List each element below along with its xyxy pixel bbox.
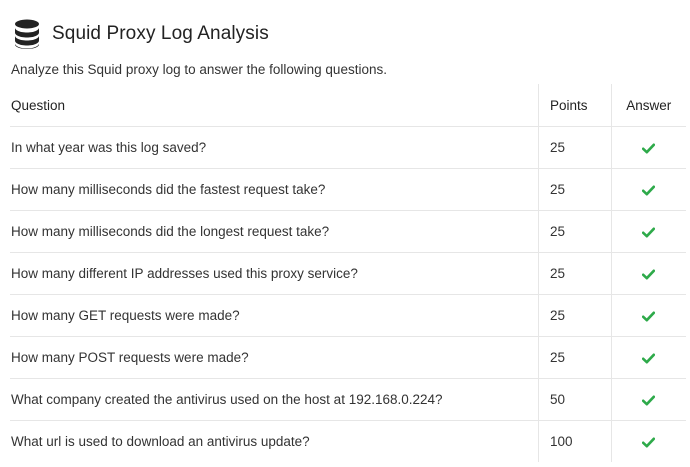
table-row: How many POST requests were made? 25 (10, 336, 686, 379)
points-value: 25 (538, 294, 612, 337)
checkmark-icon (642, 143, 656, 154)
database-icon (15, 19, 39, 49)
table-row: What company created the antivirus used … (10, 378, 686, 421)
checkmark-icon (642, 437, 656, 448)
answer-status (611, 294, 686, 337)
page-header: Squid Proxy Log Analysis (14, 19, 269, 49)
question-text: How many milliseconds did the fastest re… (10, 168, 539, 211)
questions-table: Question Points Answer In what year was … (10, 84, 686, 462)
page-title: Squid Proxy Log Analysis (52, 23, 269, 44)
checkmark-icon (642, 269, 656, 280)
points-value: 50 (538, 378, 612, 421)
question-text: In what year was this log saved? (10, 126, 539, 169)
points-value: 25 (538, 336, 612, 379)
table-row: How many GET requests were made? 25 (10, 294, 686, 337)
question-text: What url is used to download an antiviru… (11, 434, 310, 449)
question-text: What company created the antivirus used … (10, 378, 539, 421)
table-row: How many milliseconds did the longest re… (10, 210, 686, 253)
table-row: What url is used to download an antiviru… (10, 420, 686, 462)
column-header-points: Points (538, 84, 612, 127)
question-text: How many GET requests were made? (10, 294, 539, 337)
answer-status (611, 168, 686, 211)
table-row: How many milliseconds did the fastest re… (10, 168, 686, 211)
answer-status (611, 252, 686, 295)
answer-status (611, 126, 686, 169)
answer-status (611, 378, 686, 421)
checkmark-icon (642, 227, 656, 238)
answer-status (611, 336, 686, 379)
table-header-row: Question Points Answer (10, 84, 686, 127)
table-row: How many different IP addresses used thi… (10, 252, 686, 295)
table-body: In what year was this log saved? 25 How ma… (10, 126, 686, 462)
points-value: 25 (538, 252, 612, 295)
points-value: 25 (538, 168, 612, 211)
checkmark-icon (642, 353, 656, 364)
answer-status (611, 210, 686, 253)
question-text: How many POST requests were made? (10, 336, 539, 379)
column-header-question: Question (10, 84, 539, 127)
column-header-answer: Answer (611, 84, 686, 127)
points-value: 100 (538, 420, 612, 462)
points-value: 25 (538, 126, 612, 169)
page-subtitle: Analyze this Squid proxy log to answer t… (11, 62, 387, 77)
points-value: 25 (538, 210, 612, 253)
table-row: In what year was this log saved? 25 (10, 126, 686, 169)
checkmark-icon (642, 311, 656, 322)
checkmark-icon (642, 185, 656, 196)
checkmark-icon (642, 395, 656, 406)
question-text: How many milliseconds did the longest re… (10, 210, 539, 253)
question-text: How many different IP addresses used thi… (10, 252, 539, 295)
answer-status (611, 420, 686, 462)
